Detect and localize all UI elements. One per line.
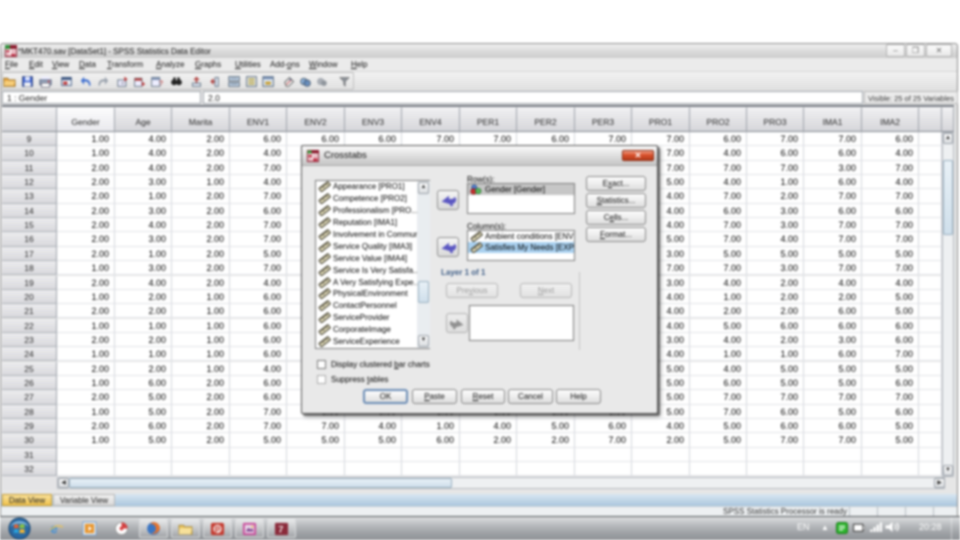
- svg-text:7: 7: [278, 525, 283, 535]
- svg-text:P: P: [215, 524, 221, 534]
- svg-text:?: ?: [159, 79, 163, 88]
